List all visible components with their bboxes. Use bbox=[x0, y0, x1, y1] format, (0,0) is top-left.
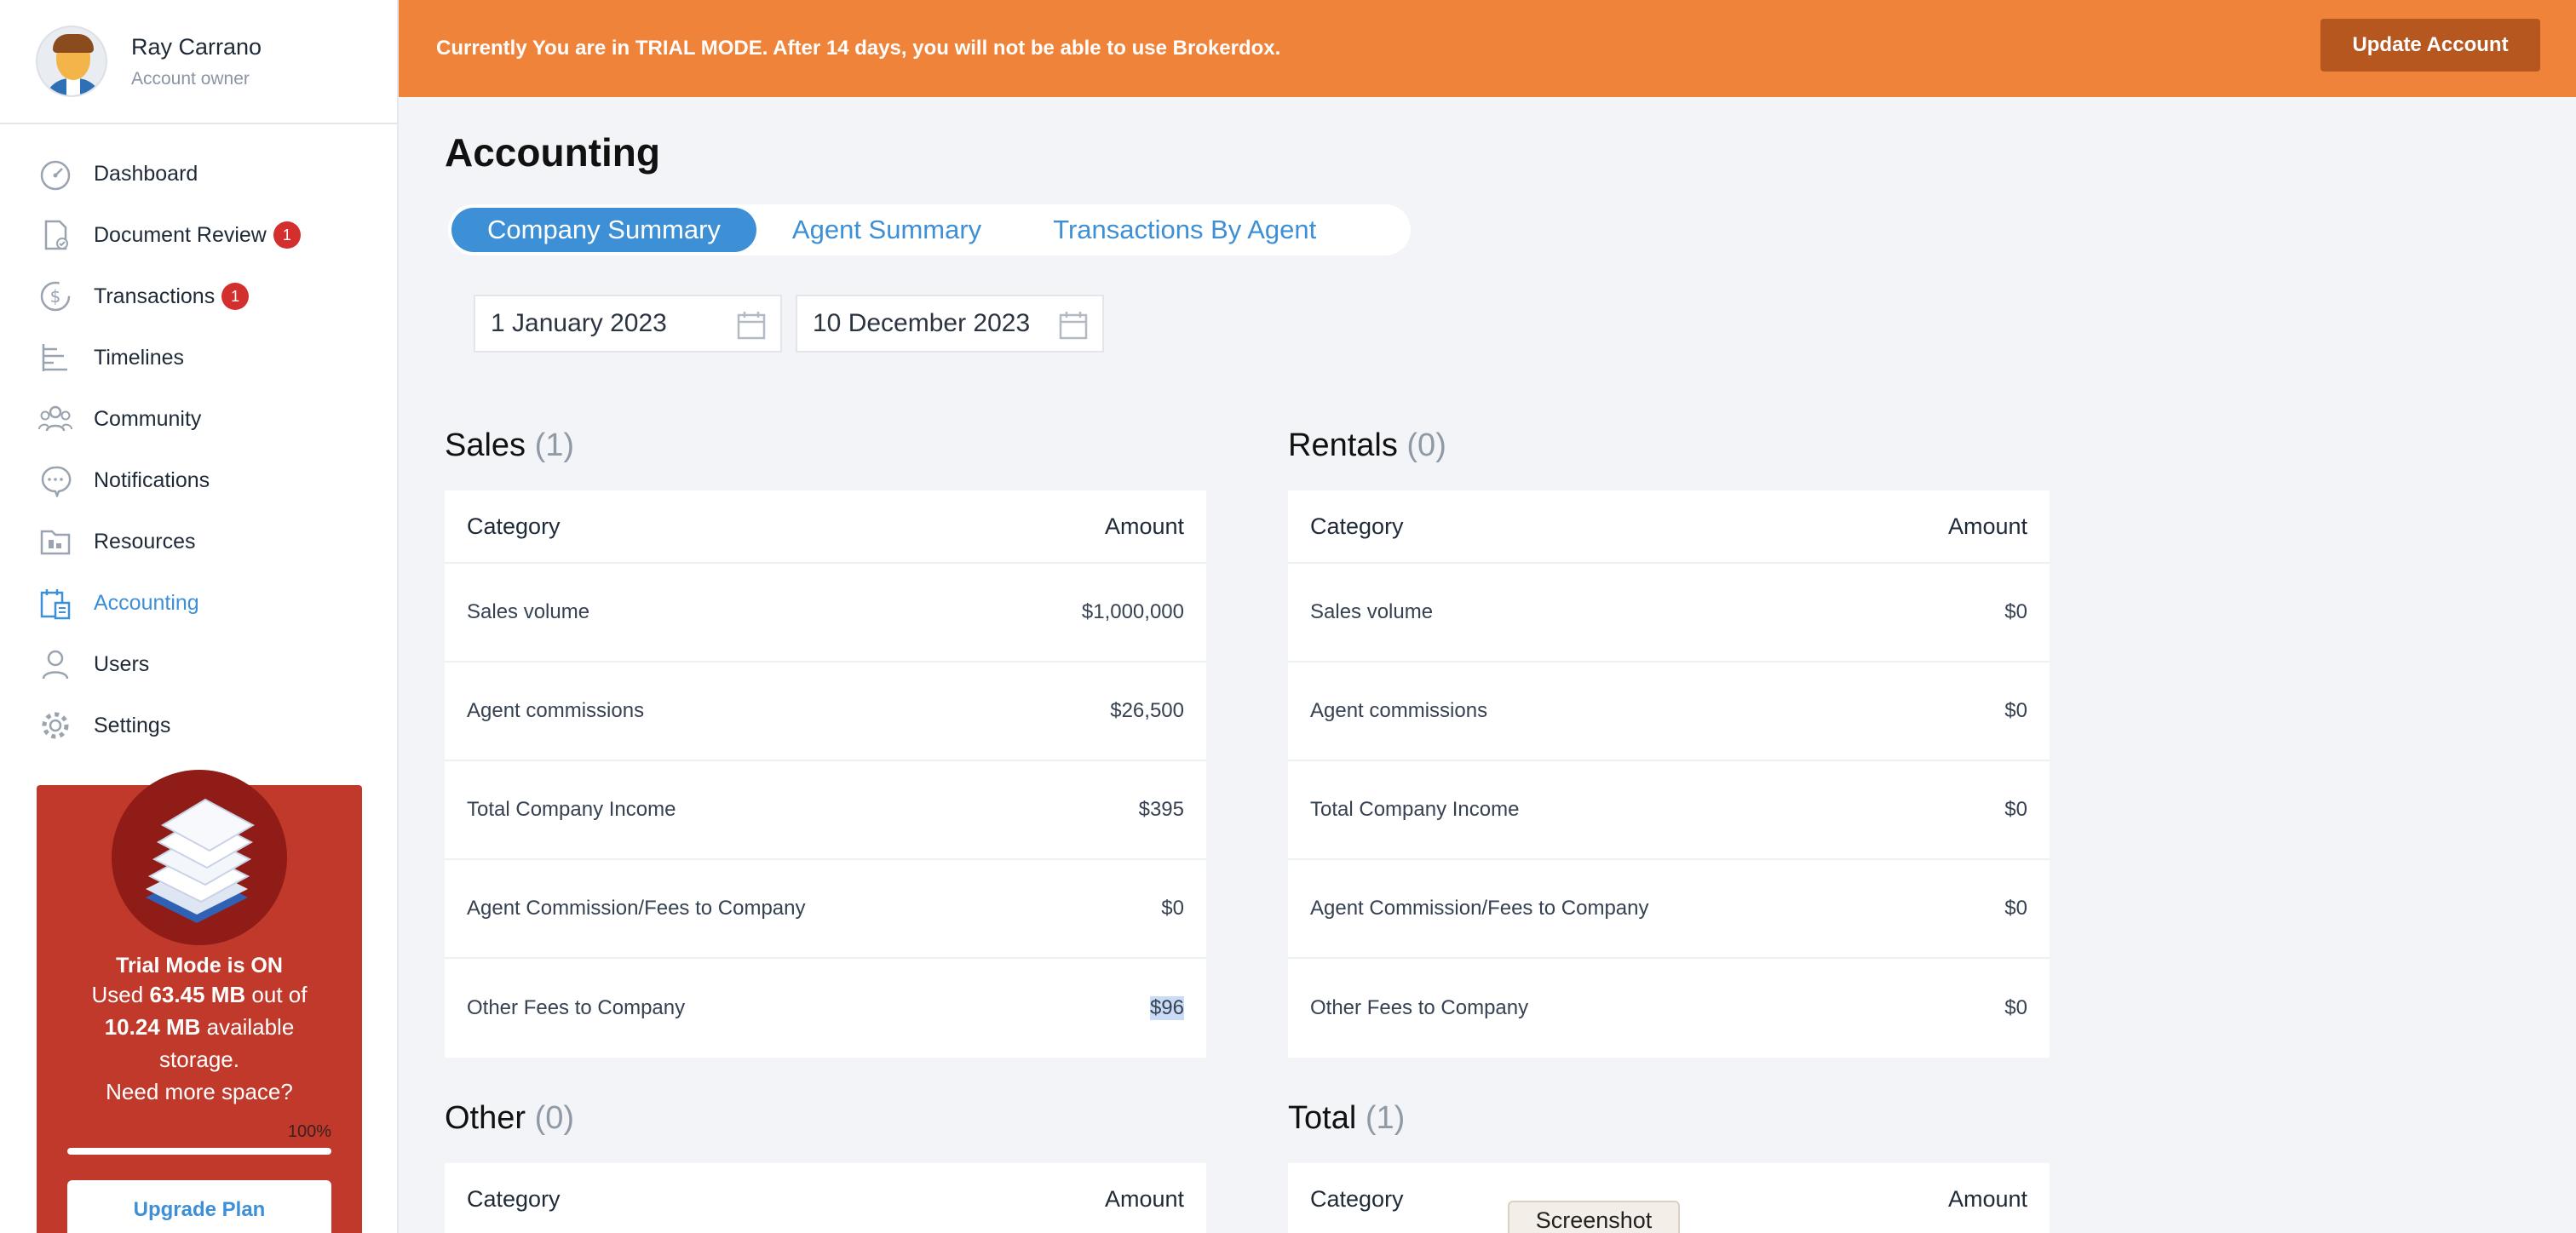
sidebar-item-label: Document Review bbox=[94, 222, 267, 247]
svg-text:$: $ bbox=[50, 286, 61, 307]
other-table: Category Amount bbox=[445, 1163, 1206, 1233]
table-header: Category Amount bbox=[1288, 490, 2050, 564]
profile-header[interactable]: Ray Carrano Account owner bbox=[0, 0, 397, 124]
gear-icon bbox=[37, 708, 73, 743]
table-row: Agent Commission/Fees to Company $0 bbox=[445, 860, 1206, 959]
table-row: Agent commissions $0 bbox=[1288, 662, 2050, 761]
sidebar-nav: Dashboard Document Review 1 $ Transactio… bbox=[0, 124, 397, 756]
update-account-button[interactable]: Update Account bbox=[2320, 19, 2540, 72]
tab-agent-summary[interactable]: Agent Summary bbox=[756, 208, 1017, 252]
progress-percent: 100% bbox=[287, 1122, 331, 1141]
sidebar: Ray Carrano Account owner Dashboard Docu… bbox=[0, 0, 399, 1233]
profile-name: Ray Carrano bbox=[131, 33, 262, 60]
accounting-icon bbox=[37, 585, 73, 621]
sidebar-item-label: Notifications bbox=[94, 467, 210, 492]
sidebar-item-label: Accounting bbox=[94, 590, 199, 615]
sidebar-item-dashboard[interactable]: Dashboard bbox=[0, 143, 397, 204]
sidebar-item-label: Resources bbox=[94, 529, 196, 553]
sidebar-item-label: Timelines bbox=[94, 345, 185, 370]
table-row: Other Fees to Company $96 bbox=[467, 996, 1184, 1020]
sidebar-item-resources[interactable]: Resources bbox=[0, 511, 397, 572]
sales-section-title: Sales (1) bbox=[445, 427, 575, 463]
user-icon bbox=[37, 646, 73, 682]
trial-banner: Currently You are in TRIAL MODE. After 1… bbox=[399, 0, 2576, 97]
sidebar-item-label: Transactions bbox=[94, 284, 216, 308]
table-row: Sales volume $0 bbox=[1288, 564, 2050, 662]
table-row: Other Fees to Company $0 bbox=[1310, 996, 2027, 1019]
table-header: Category Amount bbox=[445, 1163, 1206, 1233]
avatar bbox=[36, 26, 107, 97]
documents-stack-icon bbox=[112, 770, 287, 945]
table-row: Total Company Income $0 bbox=[1288, 761, 2050, 860]
notification-badge: 1 bbox=[221, 283, 250, 310]
chat-bubble-icon bbox=[37, 462, 73, 498]
dollar-circle-icon: $ bbox=[37, 278, 73, 314]
start-date-field[interactable]: 1 January 2023 bbox=[474, 295, 782, 353]
rentals-section-title: Rentals (0) bbox=[1288, 427, 1446, 463]
calendar-icon bbox=[1059, 312, 1088, 340]
timeline-icon bbox=[37, 340, 73, 376]
total-section-title: Total (1) bbox=[1288, 1100, 1406, 1136]
end-date-value: 10 December 2023 bbox=[813, 309, 1031, 337]
selected-text: $96 bbox=[1149, 996, 1184, 1020]
people-icon bbox=[37, 401, 73, 437]
storage-usage-text: Used 63.45 MB out of bbox=[91, 982, 308, 1007]
trial-title: Trial Mode is ON bbox=[116, 954, 283, 978]
sidebar-item-accounting[interactable]: Accounting bbox=[0, 572, 397, 634]
sidebar-item-transactions[interactable]: $ Transactions 1 bbox=[0, 266, 397, 327]
sidebar-item-settings[interactable]: Settings bbox=[0, 695, 397, 756]
sales-table: Category Amount Sales volume $1,000,000 Ag… bbox=[445, 490, 1206, 1058]
speedometer-icon bbox=[37, 156, 73, 192]
upgrade-plan-button[interactable]: Upgrade Plan bbox=[67, 1180, 331, 1233]
storage-progress-bar bbox=[67, 1148, 331, 1155]
folder-icon bbox=[37, 524, 73, 559]
end-date-field[interactable]: 10 December 2023 bbox=[796, 295, 1104, 353]
sidebar-item-community[interactable]: Community bbox=[0, 388, 397, 450]
other-section-title: Other (0) bbox=[445, 1100, 575, 1136]
sidebar-item-users[interactable]: Users bbox=[0, 634, 397, 695]
sidebar-item-document-review[interactable]: Document Review 1 bbox=[0, 204, 397, 266]
calendar-icon bbox=[737, 312, 766, 340]
profile-role: Account owner bbox=[131, 68, 250, 89]
need-more-space-text: Need more space? bbox=[106, 1079, 293, 1104]
sidebar-item-label: Users bbox=[94, 651, 150, 676]
table-row: Total Company Income $395 bbox=[445, 761, 1206, 860]
table-row: Agent Commission/Fees to Company $0 bbox=[1288, 860, 2050, 959]
storage-label: storage. bbox=[159, 1047, 239, 1072]
sidebar-item-label: Settings bbox=[94, 713, 171, 737]
sidebar-item-notifications[interactable]: Notifications bbox=[0, 450, 397, 511]
tab-transactions-by-agent[interactable]: Transactions By Agent bbox=[1017, 208, 1352, 252]
table-row: Agent commissions $26,500 bbox=[445, 662, 1206, 761]
storage-available-text: 10.24 MB available bbox=[104, 1014, 295, 1040]
sidebar-item-label: Community bbox=[94, 406, 202, 431]
trial-mode-card: Trial Mode is ON Used 63.45 MB out of 10… bbox=[37, 770, 362, 1233]
sidebar-item-label: Dashboard bbox=[94, 161, 198, 186]
document-check-icon bbox=[37, 217, 73, 253]
screenshot-tooltip: Screenshot bbox=[1508, 1201, 1680, 1233]
sidebar-item-timelines[interactable]: Timelines bbox=[0, 327, 397, 388]
table-row: Sales volume $1,000,000 bbox=[445, 564, 1206, 662]
tab-company-summary[interactable]: Company Summary bbox=[451, 208, 756, 252]
start-date-value: 1 January 2023 bbox=[491, 309, 667, 337]
trial-banner-text: Currently You are in TRIAL MODE. After 1… bbox=[436, 37, 1281, 60]
notification-badge: 1 bbox=[273, 221, 301, 249]
rentals-table: Category Amount Sales volume $0 Agent comm… bbox=[1288, 490, 2050, 1058]
table-header: Category Amount bbox=[445, 490, 1206, 564]
page-title: Accounting bbox=[445, 130, 660, 175]
tab-bar: Company Summary Agent Summary Transactio… bbox=[448, 204, 1411, 255]
